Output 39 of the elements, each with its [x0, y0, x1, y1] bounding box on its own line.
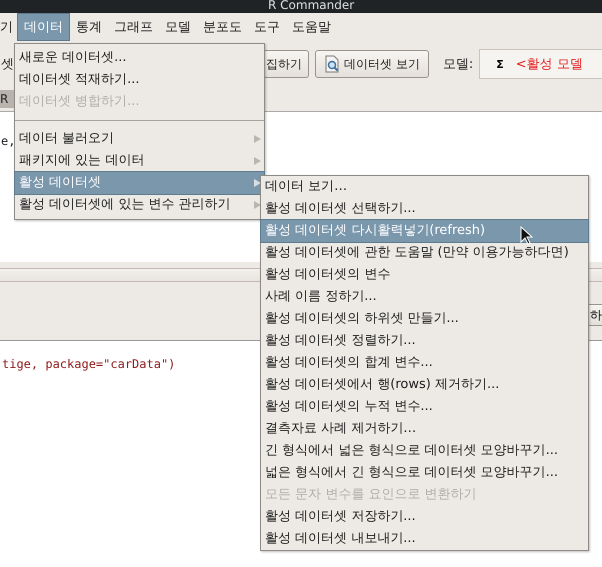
menu-item[interactable]: 활성 데이터셋의 합계 변수...: [261, 352, 588, 374]
menu-item[interactable]: 패키지에 있는 데이터: [15, 150, 264, 172]
menu-item[interactable]: 기: [0, 13, 17, 41]
menu-item[interactable]: 긴 형식에서 넓은 형식으로 데이터셋 모양바꾸기...: [261, 440, 588, 462]
menu-item[interactable]: 활성 데이터셋에서 행(rows) 제거하기...: [261, 374, 588, 396]
mouse-cursor-icon: [520, 226, 533, 245]
menu-item[interactable]: 도구: [248, 13, 286, 41]
document-magnifier-icon: [324, 55, 340, 73]
menu-item[interactable]: 활성 데이터셋 내보내기...: [261, 528, 588, 550]
window-title: R Commander: [268, 0, 354, 12]
menu-item[interactable]: 활성 데이터셋의 누적 변수...: [261, 396, 588, 418]
script-tab[interactable]: R: [0, 90, 14, 108]
output-text: tige, package="carData"): [2, 357, 176, 371]
menu-item[interactable]: 새로운 데이터셋...: [15, 47, 264, 69]
menu-item[interactable]: 활성 데이터셋에 관한 도움말 (만약 이용가능하다면): [261, 242, 588, 264]
edit-dataset-button[interactable]: 집하기: [264, 50, 309, 78]
model-field[interactable]: Σ <활성 모델: [479, 49, 602, 79]
dataset-label: 셋: [1, 56, 14, 73]
menu-item[interactable]: 데이터셋 적재하기...: [15, 69, 264, 91]
menu-item[interactable]: 활성 데이터셋의 하위셋 만들기...: [261, 308, 588, 330]
menu-item[interactable]: 통계: [70, 13, 108, 41]
menu-item[interactable]: 활성 데이터셋 정렬하기...: [261, 330, 588, 352]
menu-item[interactable]: 데이터 보기…: [261, 176, 588, 198]
view-dataset-button[interactable]: 데이터셋 보기: [315, 50, 429, 78]
menu-item[interactable]: 그래프: [108, 13, 159, 41]
menu-item[interactable]: 활성 데이터셋에 있는 변수 관리하기: [15, 194, 264, 216]
model-label: 모델:: [442, 56, 474, 73]
menu-item[interactable]: 도움말: [286, 13, 337, 41]
menu-item[interactable]: 넓은 형식에서 긴 형식으로 데이터셋 모양바꾸기...: [261, 462, 588, 484]
submit-button[interactable]: 하: [589, 304, 602, 326]
menu-item[interactable]: 사례 이름 정하기...: [261, 286, 588, 308]
menu-item[interactable]: 분포도: [197, 13, 248, 41]
menu-item[interactable]: 결측자료 사례 제거하기…: [261, 418, 588, 440]
menu-item[interactable]: 모델: [159, 13, 197, 41]
menu-item[interactable]: 활성 데이터셋의 변수: [261, 264, 588, 286]
menu-item[interactable]: 활성 데이터셋 선택하기...: [261, 198, 588, 220]
menu-item[interactable]: 데이터 불러오기: [15, 128, 264, 150]
menu-item[interactable]: 활성 데이터셋 저장하기...: [261, 506, 588, 528]
script-text: e,: [1, 134, 16, 148]
